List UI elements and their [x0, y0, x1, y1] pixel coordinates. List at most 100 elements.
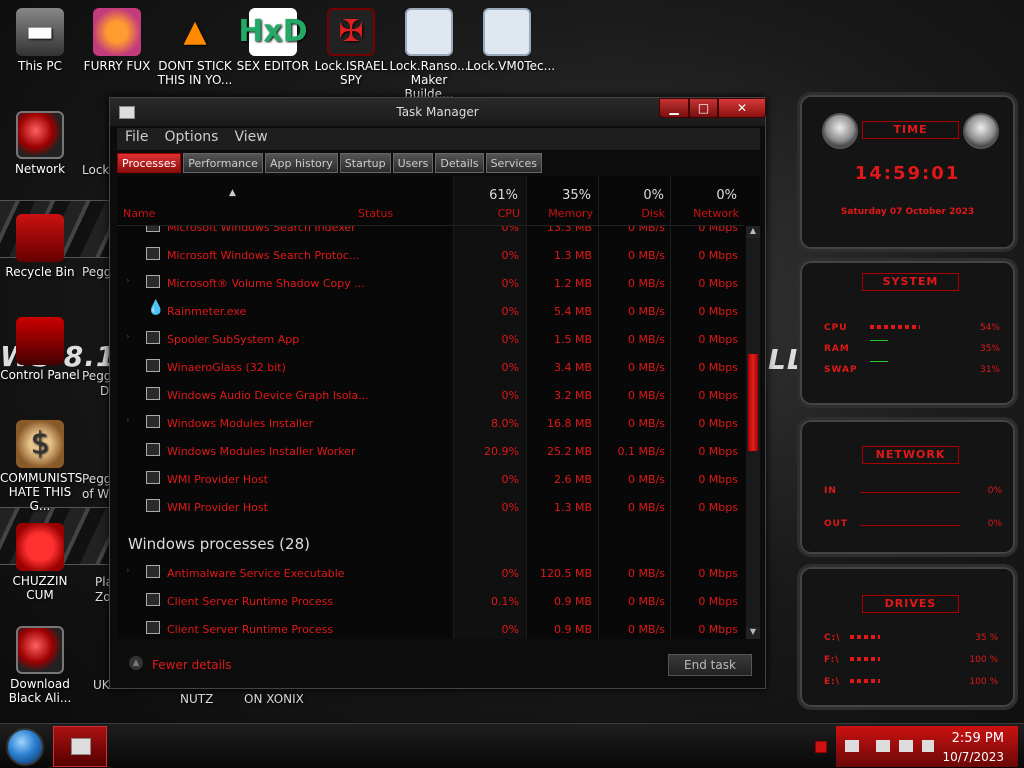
end-task-button[interactable]: End task	[668, 654, 752, 676]
time-widget-title: TIME	[862, 121, 959, 139]
column-cpu[interactable]: CPU	[450, 207, 520, 220]
fewer-details-link[interactable]: Fewer details	[152, 658, 232, 672]
tab-processes[interactable]: Processes	[117, 153, 182, 173]
desktop-icon-image	[16, 317, 64, 365]
process-row[interactable]: › Spooler SubSystem App 0% 1.5 MB 0 MB/s 0 Mb…	[117, 326, 744, 354]
tab-users[interactable]: Users	[392, 153, 434, 173]
taskbar-clock-time[interactable]: 2:59 PM	[952, 731, 1004, 746]
tab-services[interactable]: Services	[485, 153, 542, 173]
network-icon[interactable]	[899, 740, 913, 752]
desktop-icon-label-partial: ON XONIX	[244, 692, 304, 706]
column-network[interactable]: Network	[669, 207, 739, 220]
desktop-icon-label-partial: UK	[93, 678, 110, 692]
expand-chevron-icon[interactable]: ›	[126, 276, 130, 286]
column-name[interactable]: Name	[123, 207, 155, 220]
process-row[interactable]: › Windows Modules Installer 8.0% 16.8 MB 0 M…	[117, 410, 744, 438]
show-hidden-icons-icon[interactable]	[815, 741, 827, 753]
desktop-icon[interactable]: Network	[0, 111, 80, 176]
task-manager-icon	[71, 738, 91, 755]
volume-icon[interactable]	[922, 740, 934, 752]
scroll-thumb[interactable]	[748, 354, 758, 451]
desktop-icon[interactable]: Control Panel	[0, 317, 80, 382]
desktop-icon-label: This PC	[18, 59, 62, 73]
action-center-icon[interactable]	[845, 740, 859, 752]
expand-chevron-icon[interactable]: ›	[126, 566, 130, 576]
tab-details[interactable]: Details	[435, 153, 484, 173]
desktop-icon-image: HxD	[238, 8, 308, 56]
column-disk[interactable]: Disk	[595, 207, 665, 220]
expand-chevron-icon[interactable]: ›	[126, 332, 130, 342]
desktop-icon-image: $	[16, 420, 64, 468]
process-row[interactable]: Windows Modules Installer Worker 20.9% 25.…	[117, 438, 744, 466]
tab-app-history[interactable]: App history	[264, 153, 338, 173]
desktop-icon[interactable]: ✠ Lock.ISRAEL SPY	[311, 8, 391, 87]
group-title-windows-processes[interactable]: Windows processes (28)	[128, 535, 310, 553]
process-name: Windows Modules Installer Worker	[167, 445, 356, 458]
process-row[interactable]: Windows Audio Device Graph Isola... 0% 3.2…	[117, 382, 744, 410]
start-button[interactable]	[6, 728, 44, 766]
vertical-scrollbar[interactable]: ▲ ▼	[746, 226, 760, 639]
desktop-icon-image	[405, 8, 453, 56]
desktop-icon[interactable]: FURRY FUX	[77, 8, 157, 73]
close-button[interactable]: ✕	[718, 98, 766, 118]
column-status[interactable]: Status	[358, 207, 393, 220]
desktop-icon-label-partial: NUTZ	[180, 692, 214, 706]
desktop-icon[interactable]: $ COMMUNISTS HATE THIS G...	[0, 420, 82, 513]
taskbar-task-manager-button[interactable]	[53, 726, 107, 767]
process-cpu: 0%	[501, 249, 519, 262]
desktop-icon[interactable]: ▲ DONT STICK THIS IN YO...	[155, 8, 235, 88]
process-network: 0 Mbps	[698, 361, 738, 374]
tab-strip: Processes Performance App history Startu…	[117, 153, 542, 175]
chevron-up-icon[interactable]: ▲	[129, 656, 143, 670]
flag-icon[interactable]	[876, 740, 890, 752]
desktop-icon[interactable]: CHUZZIN CUM	[0, 523, 80, 602]
desktop-icon-image	[16, 214, 64, 262]
process-row[interactable]: › Microsoft® Volume Shadow Copy ... 0% 1.2 …	[117, 270, 744, 298]
process-row[interactable]: › Antimalware Service Executable 0% 120.5 M…	[117, 560, 744, 588]
process-disk: 0 MB/s	[628, 277, 665, 290]
process-memory: 1.3 MB	[553, 249, 592, 262]
menu-file[interactable]: File	[117, 128, 156, 150]
taskbar-clock-date[interactable]: 10/7/2023	[942, 750, 1004, 764]
desktop-icon[interactable]: Lock.Ranso... Maker Builde...	[389, 8, 469, 101]
process-window-icon	[146, 499, 160, 512]
desktop-icon[interactable]: ▬ This PC	[0, 8, 80, 73]
tab-startup[interactable]: Startup	[339, 153, 391, 173]
network-in-graph	[860, 492, 960, 493]
desktop-icon-image	[16, 523, 64, 571]
network-out-graph	[860, 525, 960, 526]
maximize-button[interactable]: □	[689, 98, 718, 118]
tab-performance[interactable]: Performance	[183, 153, 263, 173]
process-row[interactable]: WMI Provider Host 0% 1.3 MB 0 MB/s 0 Mbps	[117, 494, 744, 522]
process-memory: 0.9 MB	[553, 623, 592, 636]
menu-options[interactable]: Options	[156, 128, 226, 150]
process-disk: 0 MB/s	[628, 361, 665, 374]
desktop-icon-label: Lock.VM0Tec...	[467, 59, 556, 73]
minimize-button[interactable]: ▁	[659, 98, 689, 118]
scroll-down-icon[interactable]: ▼	[746, 627, 760, 639]
drive-c-bar	[850, 635, 880, 639]
process-row[interactable]: 💧 Rainmeter.exe 0% 5.4 MB 0 MB/s 0 Mbps	[117, 298, 744, 326]
desktop-icon[interactable]: HxD SEX EDITOR	[233, 8, 313, 73]
process-row[interactable]: WinaeroGlass (32 bit) 0% 3.4 MB 0 MB/s 0 Mbp…	[117, 354, 744, 382]
desktop-icon[interactable]: Lock.VM0Tec...	[467, 8, 556, 73]
process-name: WMI Provider Host	[167, 501, 268, 514]
title-bar[interactable]: Task Manager ▁ □ ✕	[110, 98, 766, 126]
time-widget: TIME 14:59:01 Saturday 07 October 2023	[797, 92, 1018, 252]
process-cpu: 0%	[501, 623, 519, 636]
column-memory[interactable]: Memory	[523, 207, 593, 220]
desktop-icon[interactable]: Download Black Ali...	[0, 626, 80, 705]
task-manager-window[interactable]: Task Manager ▁ □ ✕ File Options View Pro…	[109, 97, 766, 689]
process-row[interactable]: › Microsoft Windows Search Indexer 0% 13.3 …	[117, 226, 744, 242]
expand-chevron-icon[interactable]: ›	[126, 226, 130, 230]
desktop-icon[interactable]: Recycle Bin	[0, 214, 80, 279]
process-cpu: 0.1%	[491, 595, 519, 608]
process-row[interactable]: Microsoft Windows Search Protoc... 0% 1.3 …	[117, 242, 744, 270]
menu-view[interactable]: View	[226, 128, 275, 150]
process-row[interactable]: WMI Provider Host 0% 2.6 MB 0 MB/s 0 Mbps	[117, 466, 744, 494]
menu-bar: File Options View	[117, 128, 760, 150]
process-row[interactable]: Client Server Runtime Process 0% 0.9 MB 0 M…	[117, 616, 744, 639]
expand-chevron-icon[interactable]: ›	[126, 416, 130, 426]
process-row[interactable]: Client Server Runtime Process 0.1% 0.9 MB 0…	[117, 588, 744, 616]
scroll-up-icon[interactable]: ▲	[746, 226, 760, 238]
